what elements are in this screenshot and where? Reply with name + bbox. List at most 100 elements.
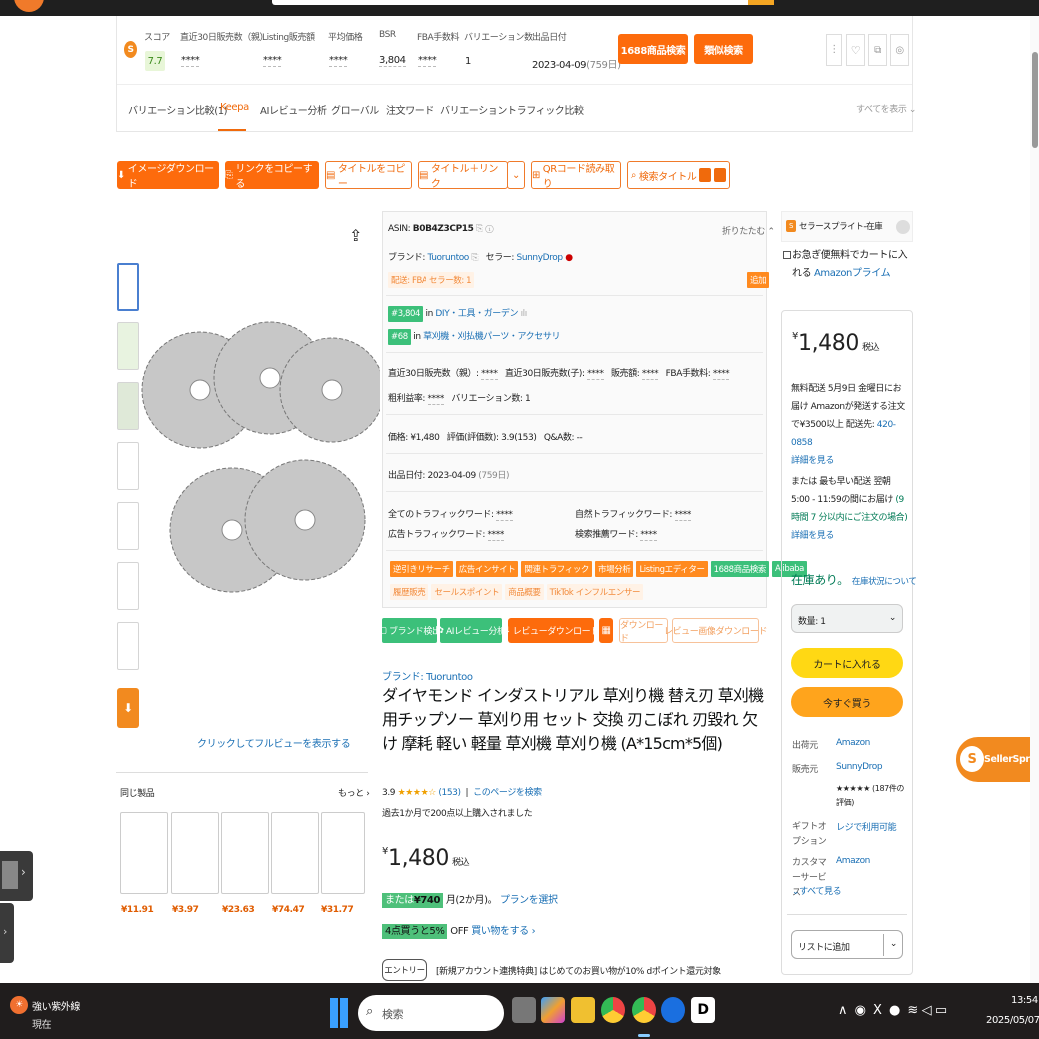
tool-market-analysis[interactable]: 市場分析	[595, 561, 634, 577]
seller-value-buybox[interactable]: SunnyDrop	[836, 762, 883, 772]
app-d-icon[interactable]: D	[691, 997, 715, 1023]
tool-product-overview[interactable]: 商品概要	[505, 584, 544, 600]
ai-review-button[interactable]: ✿ AIレビュー分析	[436, 618, 506, 643]
side-panel-tab-2[interactable]: ›	[0, 903, 14, 963]
brand-link[interactable]: Tuoruntoo	[428, 253, 470, 263]
stock-link[interactable]: 在庫状況について	[852, 577, 917, 587]
entry-button[interactable]: エントリー	[382, 959, 427, 981]
prime-checkbox[interactable]	[783, 251, 791, 259]
stat-value-bsr[interactable]: 3,804	[379, 55, 406, 67]
calculator-icon[interactable]: ▦	[599, 618, 613, 643]
copy-link-button[interactable]: ⎘ リンクをコピーする	[225, 161, 319, 190]
page-scrollbar[interactable]	[1030, 16, 1039, 983]
similar-product-2[interactable]	[171, 812, 219, 894]
task-view-icon[interactable]	[512, 997, 536, 1023]
search-title-button[interactable]: ⌕ 検索タイトル	[627, 161, 730, 189]
tab-global[interactable]: グローバル	[331, 102, 379, 117]
tab-ai-review[interactable]: AIレビュー分析	[260, 102, 327, 117]
thumbnail-5[interactable]	[117, 502, 139, 550]
tab-order-words[interactable]: 注文ワード	[386, 102, 434, 117]
delivery-details-link[interactable]: 詳細を見る	[791, 456, 834, 466]
product-main-image[interactable]	[140, 310, 380, 610]
plan-link[interactable]: プランを選択	[500, 895, 558, 906]
show-all-link[interactable]: すべてを表示 ⌄	[856, 102, 916, 115]
tool-tiktok[interactable]: TikTok インフルエンサー	[546, 584, 644, 600]
system-tray-icons[interactable]: ∧ ◉ X ● ≋ ◁ ▭	[838, 1003, 947, 1018]
bulk-link[interactable]: 買い物をする ›	[471, 926, 535, 937]
thumbnail-2[interactable]	[117, 322, 139, 370]
sellersprite-logo[interactable]	[14, 0, 44, 12]
add-button[interactable]: 追加	[747, 272, 770, 288]
quantity-select[interactable]: 数量: 1 ⌄	[791, 604, 903, 633]
taskbar-search[interactable]	[358, 995, 504, 1031]
brand-detect-button[interactable]: ▢ ブランド検出	[378, 618, 441, 643]
add-to-list-button[interactable]: リストに追加 ⌄	[791, 930, 903, 959]
video-download-icon[interactable]: ⬇	[117, 688, 139, 728]
download-button[interactable]: ダウンロード	[619, 618, 668, 644]
clock-time[interactable]: 13:54	[1011, 995, 1038, 1006]
prime-link[interactable]: Amazonプライム	[814, 268, 891, 279]
gift-value[interactable]: レジで利用可能	[836, 820, 897, 833]
cs-value[interactable]: Amazon	[836, 856, 870, 866]
thumbnail-1[interactable]	[117, 263, 139, 311]
thumbnail-3[interactable]	[117, 382, 139, 430]
weather-title[interactable]: 強い紫外線	[32, 998, 80, 1013]
seller-link[interactable]: SunnyDrop	[517, 253, 564, 263]
thumbnail-6[interactable]	[117, 562, 139, 610]
tool-ad-insight[interactable]: 広告インサイト	[455, 561, 519, 577]
tab-keepa[interactable]: Keepa	[220, 102, 249, 113]
tab-variation-traffic[interactable]: バリエーショントラフィック比較	[440, 102, 584, 117]
ship-from-value[interactable]: Amazon	[836, 738, 870, 748]
similar-product-3[interactable]	[221, 812, 269, 894]
show-all-details-link[interactable]: ⌄すべて見る	[792, 884, 842, 897]
star-rating[interactable]: ★★★★☆	[398, 788, 437, 798]
similar-product-1[interactable]	[120, 812, 168, 894]
full-view-link[interactable]: クリックしてフルビューを表示する	[197, 735, 351, 750]
side-panel-chevron-1[interactable]: ›	[21, 865, 26, 879]
buy-now-button[interactable]: 今すぐ買う	[791, 687, 903, 717]
similar-product-4[interactable]	[271, 812, 319, 894]
product-brand-link[interactable]: ブランド: Tuoruntoo	[382, 668, 473, 683]
top-search-box[interactable]	[272, 0, 774, 5]
share-icon-main[interactable]: ⇪	[349, 226, 362, 245]
collapse-link[interactable]: 折りたたむ ⌃	[722, 224, 775, 237]
chrome-icon-1[interactable]	[601, 997, 625, 1023]
thumbnail-7[interactable]	[117, 622, 139, 670]
clock-date[interactable]: 2025/05/07	[986, 1015, 1039, 1026]
title-link-dropdown[interactable]: ⌄	[507, 161, 525, 189]
tool-1688[interactable]: 1688商品検索	[710, 561, 769, 577]
tool-selling-points[interactable]: セールスポイント	[431, 584, 503, 600]
similar-more-link[interactable]: もっと ›	[338, 786, 370, 799]
tool-listing-editor[interactable]: Listingエディター	[636, 561, 708, 577]
tool-history-sales[interactable]: 履歴販売	[390, 584, 429, 600]
search-1688-button[interactable]: 1688商品検索	[618, 34, 688, 64]
tool-reverse-research[interactable]: 逆引きリサーチ	[390, 561, 453, 577]
app-blue-icon[interactable]	[661, 997, 685, 1023]
rank-1-category[interactable]: DIY・工具・ガーデン	[435, 309, 518, 319]
search-page-link[interactable]: このページを検索	[473, 788, 542, 798]
add-to-cart-button[interactable]: カートに入れる	[791, 648, 903, 678]
similar-search-button[interactable]: 類似検索	[694, 34, 753, 64]
asin-value[interactable]: B0B4Z3CP15	[413, 224, 474, 234]
heart-icon[interactable]: ♡	[846, 34, 865, 66]
fast-delivery-details-link[interactable]: 詳細を見る	[791, 531, 834, 541]
review-download-button[interactable]: ⬇ レビューダウンロード	[503, 618, 599, 643]
title-link-button[interactable]: ▤ タイトル＋リンク	[418, 161, 508, 190]
scrollbar-thumb[interactable]	[1032, 52, 1038, 148]
review-image-download-button[interactable]: レビュー画像ダウンロード	[664, 618, 768, 643]
qr-button[interactable]: ⊞ QRコード読み取り	[531, 161, 621, 190]
tool-related-traffic[interactable]: 関連トラフィック	[521, 561, 593, 577]
file-explorer-icon[interactable]	[571, 997, 595, 1023]
sprite-stock-toggle[interactable]	[896, 220, 910, 234]
share-icon[interactable]: ⧉	[868, 34, 887, 66]
review-count-link[interactable]: (153)	[438, 788, 461, 798]
chrome-icon-2[interactable]	[632, 997, 656, 1023]
weather-icon[interactable]: ☀	[10, 996, 28, 1014]
copilot-icon[interactable]	[541, 997, 565, 1023]
download-images-button[interactable]: ⬇ イメージダウンロード	[117, 161, 219, 190]
more-vertical-icon[interactable]: ⋮	[826, 34, 842, 66]
similar-product-5[interactable]	[321, 812, 365, 894]
rank-2-category[interactable]: 草刈機・刈払機パーツ・アクセサリ	[423, 332, 560, 342]
settings-icon[interactable]: ◎	[890, 34, 909, 66]
start-icon[interactable]	[330, 998, 348, 1028]
